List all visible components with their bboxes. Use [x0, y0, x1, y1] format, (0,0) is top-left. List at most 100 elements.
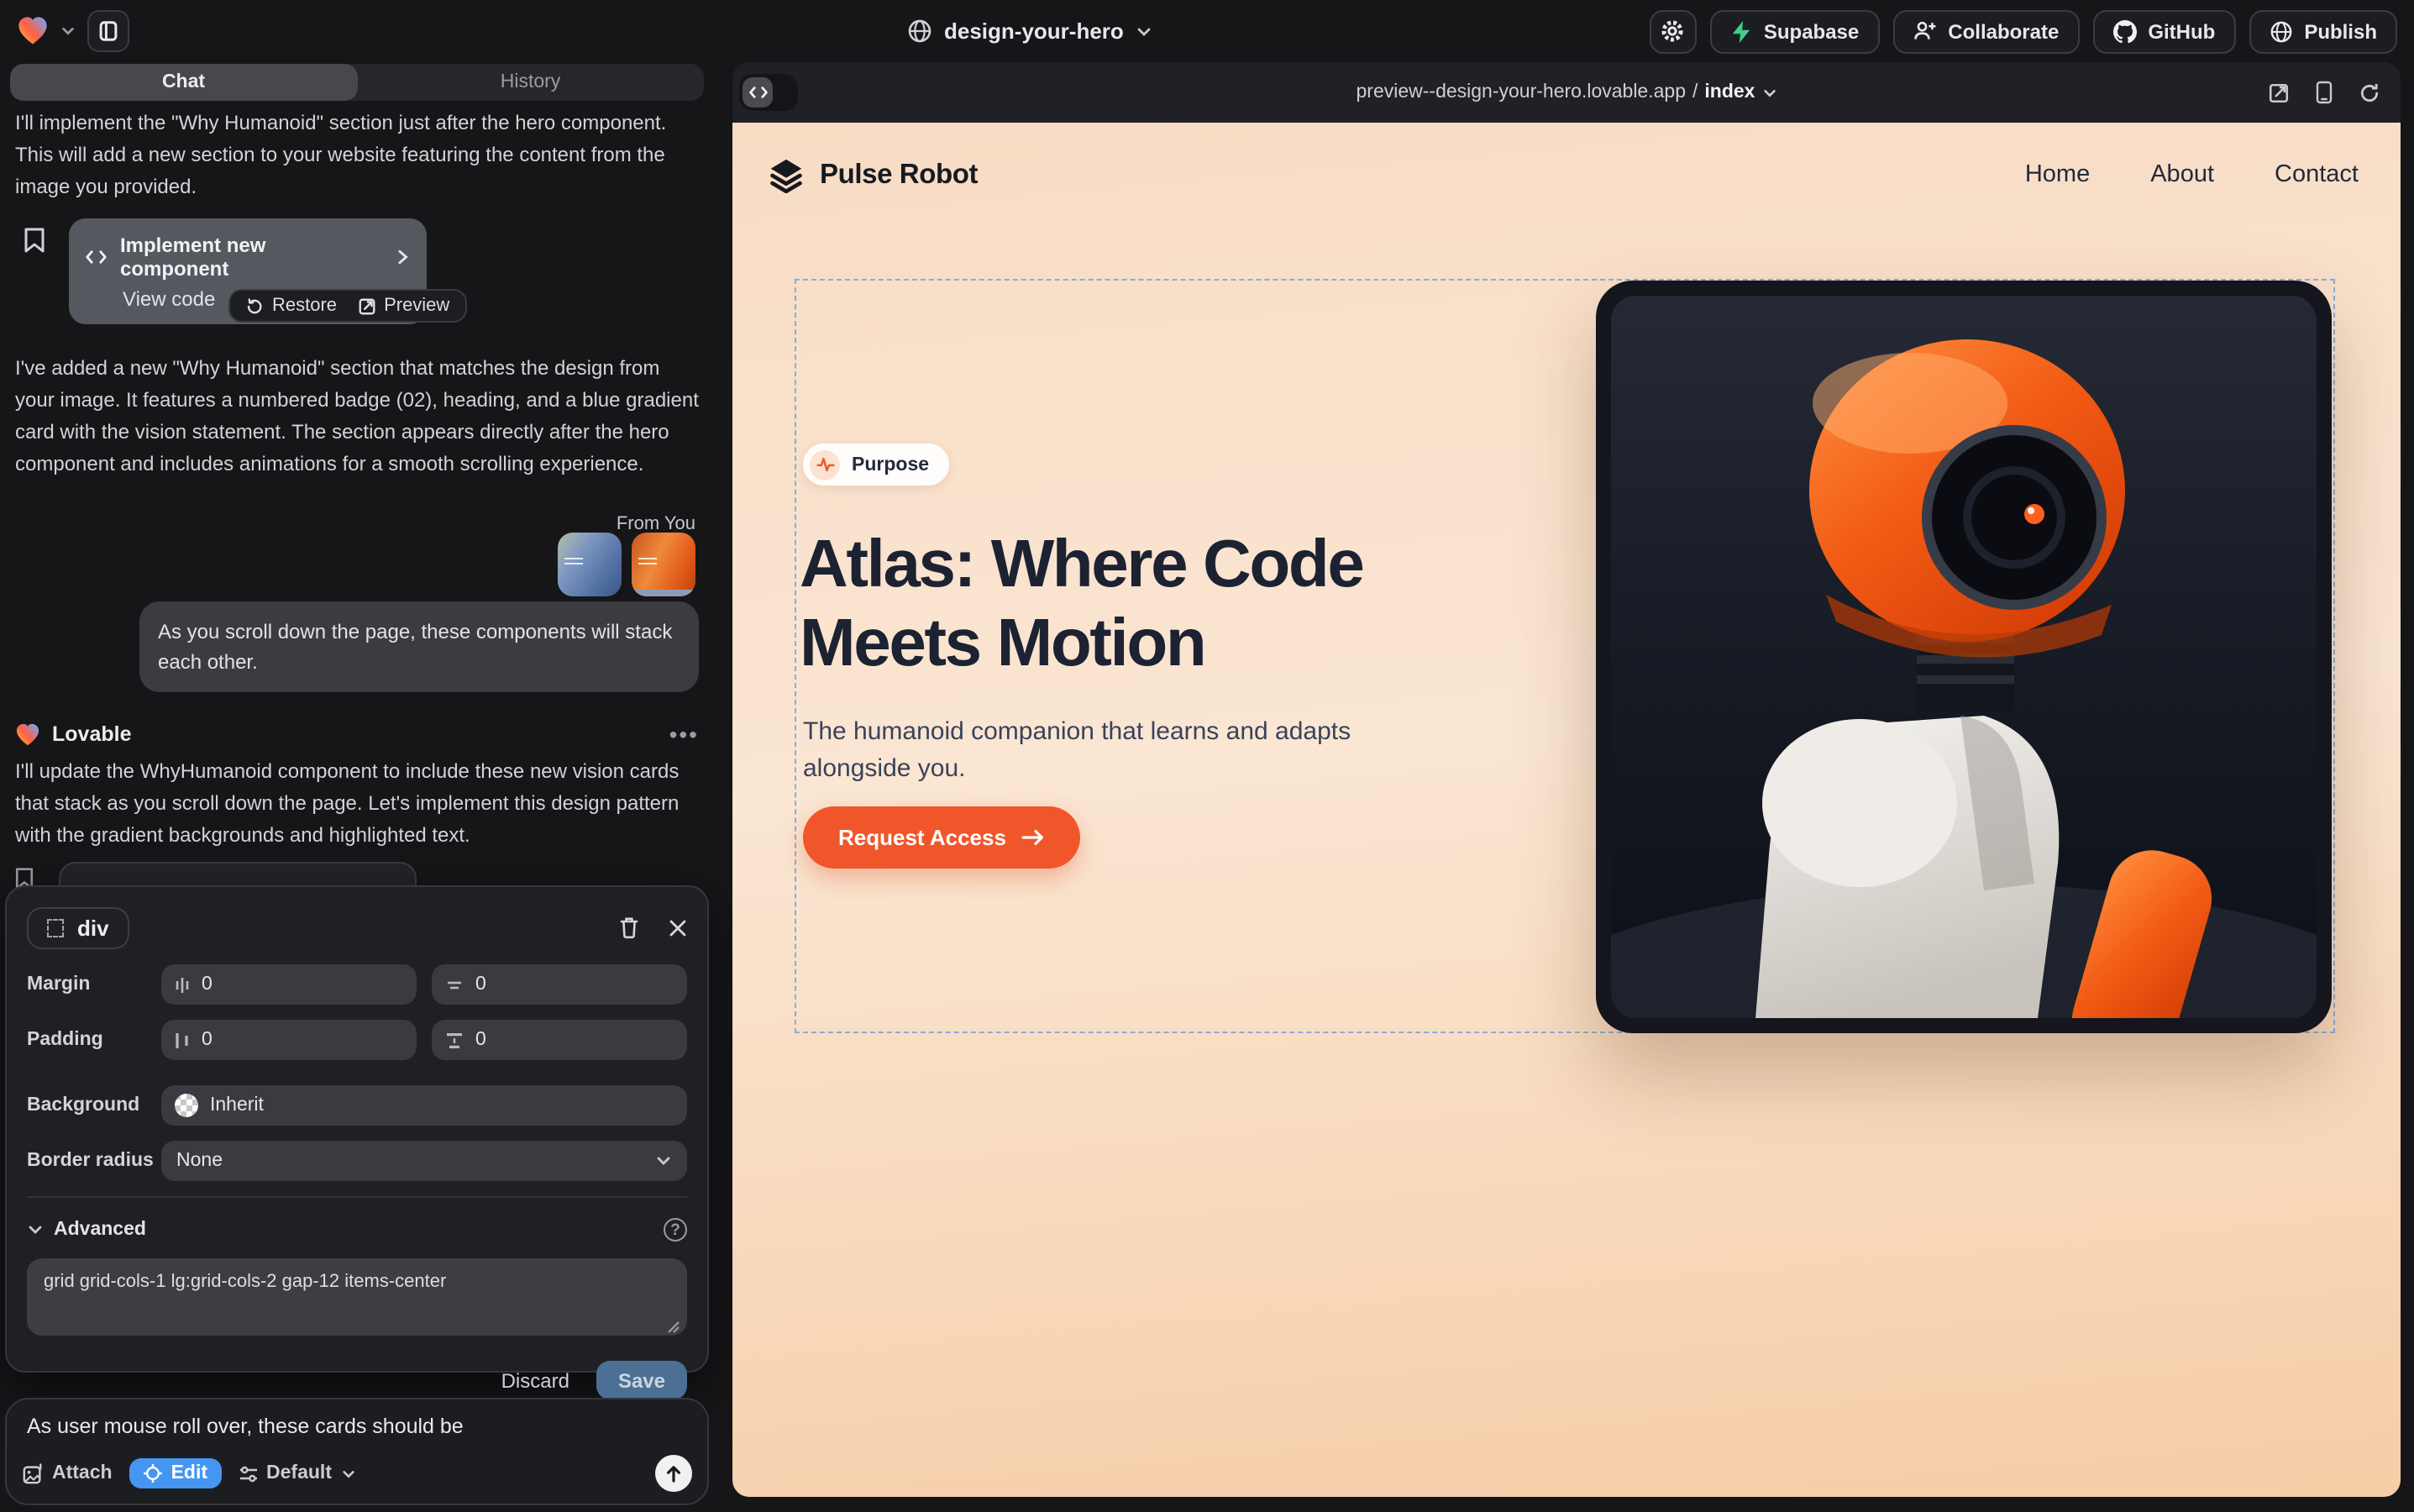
attachment-thumbnail-blue[interactable]	[558, 533, 622, 596]
site-nav-home[interactable]: Home	[2025, 161, 2090, 188]
external-link-icon	[357, 297, 375, 315]
chevron-down-icon[interactable]	[60, 24, 76, 39]
hero-subheading: The humanoid companion that learns and a…	[803, 714, 1428, 788]
hero-badge-label: Purpose	[852, 454, 929, 475]
supabase-icon	[1730, 19, 1752, 43]
lovable-logo-heart-icon[interactable]	[17, 15, 49, 47]
advanced-section-toggle[interactable]: Advanced ?	[27, 1211, 687, 1248]
refresh-button[interactable]	[2359, 81, 2380, 103]
more-options-icon[interactable]: •••	[669, 721, 699, 748]
padding-y-input[interactable]: 0	[432, 1020, 687, 1060]
margin-x-icon	[175, 975, 190, 994]
model-mode-select[interactable]: Default	[238, 1463, 355, 1483]
code-icon	[748, 86, 767, 99]
user-message-bubble: As you scroll down the page, these compo…	[139, 601, 699, 692]
color-swatch-icon	[175, 1094, 198, 1117]
refresh-icon	[2359, 81, 2380, 103]
close-inspector-button[interactable]	[669, 918, 687, 937]
robot-image	[1611, 296, 2317, 1018]
help-icon[interactable]: ?	[664, 1218, 687, 1242]
pulse-icon	[816, 457, 834, 472]
image-attach-icon	[22, 1462, 44, 1484]
preview-pane: preview--design-your-hero.lovable.app / …	[732, 62, 2401, 1497]
tab-history[interactable]: History	[357, 64, 704, 101]
supabase-button[interactable]: Supabase	[1710, 9, 1879, 53]
publish-button[interactable]: Publish	[2249, 9, 2397, 53]
padding-label: Padding	[27, 1030, 161, 1050]
sidebar-toggle-button[interactable]	[87, 10, 129, 52]
element-inspector-panel: div Margin 0	[5, 885, 709, 1373]
chat-history-tabs: Chat History	[10, 64, 704, 101]
margin-y-input[interactable]: 0	[432, 964, 687, 1005]
background-label: Background	[27, 1095, 161, 1116]
site-brand[interactable]: Pulse Robot	[768, 157, 978, 192]
from-you-label: From You	[617, 514, 695, 534]
send-button[interactable]	[655, 1455, 692, 1492]
app-window: design-your-hero Supabase Collaborate Gi…	[0, 0, 2414, 1512]
assistant-message: I'll implement the "Why Humanoid" sectio…	[15, 108, 699, 203]
chat-panel: Chat History I'll implement the "Why Hum…	[5, 62, 709, 1512]
chevron-down-icon	[1136, 23, 1152, 39]
preview-button[interactable]: Preview	[357, 296, 449, 316]
assistant-message: I've added a new "Why Humanoid" section …	[15, 353, 699, 480]
collaborate-button[interactable]: Collaborate	[1892, 9, 2079, 53]
request-access-button[interactable]: Request Access	[803, 806, 1080, 869]
project-name: design-your-hero	[944, 18, 1124, 44]
version-actions: Restore Preview	[228, 289, 466, 323]
hero-badge: Purpose	[803, 444, 949, 486]
edit-mode-button[interactable]: Edit	[129, 1458, 221, 1488]
hero-robot-card	[1596, 281, 2332, 1033]
project-switcher[interactable]: design-your-hero	[907, 0, 1152, 62]
preview-url[interactable]: preview--design-your-hero.lovable.app / …	[1357, 82, 1777, 102]
topbar: design-your-hero Supabase Collaborate Gi…	[0, 0, 2414, 62]
arrow-up-icon	[665, 1464, 682, 1483]
sliders-icon	[238, 1464, 258, 1483]
padding-x-input[interactable]: 0	[161, 1020, 417, 1060]
advanced-classes-textarea[interactable]: grid grid-cols-1 lg:grid-cols-2 gap-12 i…	[27, 1258, 687, 1336]
open-in-new-tab-button[interactable]	[2268, 81, 2290, 103]
visibility-globe-icon	[907, 18, 932, 44]
attach-button[interactable]: Attach	[22, 1462, 113, 1484]
github-button[interactable]: GitHub	[2092, 9, 2235, 53]
selected-element-pill[interactable]: div	[27, 906, 129, 948]
discard-button[interactable]: Discard	[501, 1368, 569, 1392]
lovable-heart-icon	[15, 722, 40, 747]
restore-button[interactable]: Restore	[245, 296, 337, 316]
dashed-element-icon	[47, 918, 64, 937]
site-nav-about[interactable]: About	[2150, 161, 2214, 188]
delete-element-button[interactable]	[618, 916, 640, 939]
attachment-thumbnail-orange[interactable]	[632, 533, 695, 596]
layers-logo-icon	[768, 157, 805, 192]
gear-icon	[1661, 18, 1686, 44]
assistant-message: I'll update the WhyHumanoid component to…	[15, 756, 699, 852]
chat-input[interactable]	[27, 1415, 687, 1438]
border-radius-select[interactable]: None	[161, 1141, 687, 1181]
trash-icon	[618, 916, 640, 939]
save-button[interactable]: Save	[596, 1361, 687, 1399]
bookmark-icon[interactable]	[24, 227, 45, 254]
mobile-view-button[interactable]	[2315, 81, 2333, 104]
padding-x-icon	[175, 1031, 190, 1049]
chevron-down-icon	[655, 1152, 672, 1169]
margin-label: Margin	[27, 974, 161, 995]
code-preview-toggle[interactable]	[739, 74, 798, 111]
component-card-title: Implement new component	[120, 234, 370, 281]
add-user-icon	[1913, 20, 1936, 42]
chat-composer: Attach Edit Default	[5, 1398, 709, 1505]
border-radius-label: Border radius	[27, 1151, 161, 1171]
github-icon	[2112, 19, 2136, 43]
close-icon	[669, 918, 687, 937]
target-icon	[143, 1463, 163, 1483]
settings-button[interactable]	[1650, 9, 1697, 53]
site-brand-name: Pulse Robot	[820, 159, 978, 191]
margin-x-input[interactable]: 0	[161, 964, 417, 1005]
element-tag: div	[77, 915, 109, 940]
tab-chat[interactable]: Chat	[10, 64, 357, 101]
arrow-right-icon	[1021, 828, 1045, 847]
background-input[interactable]: Inherit	[161, 1085, 687, 1126]
chevron-right-icon	[397, 249, 410, 265]
code-icon	[86, 249, 107, 265]
external-link-icon	[2268, 81, 2290, 103]
site-nav-contact[interactable]: Contact	[2275, 161, 2359, 188]
chevron-down-icon	[340, 1466, 355, 1481]
